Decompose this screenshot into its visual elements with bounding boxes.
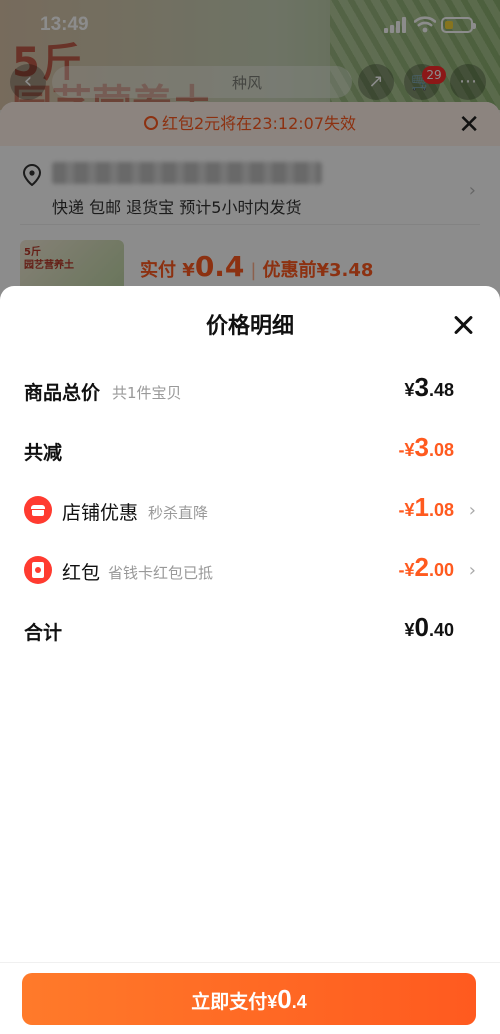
row-total-discount: 共减 -¥3.08 — [0, 430, 500, 470]
row-store-discount[interactable]: 店铺优惠 秒杀直降 -¥1.08 › — [0, 490, 500, 530]
total-amount: ¥0.40 — [404, 612, 454, 642]
chevron-right-icon: › — [468, 500, 476, 521]
price-details-sheet: 价格明细 商品总价 共1件宝贝 ¥3.48 共减 -¥3.08 店铺优惠 秒杀直… — [0, 286, 500, 1034]
total-label: 合计 — [24, 622, 63, 644]
row-subtotal: 商品总价 共1件宝贝 ¥3.48 — [0, 370, 500, 410]
pay-label: 立即支付 — [191, 992, 268, 1013]
subtotal-count: 共1件宝贝 — [112, 384, 182, 402]
total-discount-label: 共减 — [24, 442, 63, 464]
subtotal-label: 商品总价 — [24, 382, 101, 404]
pay-amount-dec: .4 — [291, 992, 307, 1012]
store-icon — [24, 496, 52, 524]
bottom-pay-bar: 立即支付¥0.4 — [0, 962, 500, 1034]
store-discount-sub: 秒杀直降 — [148, 504, 209, 522]
row-total: 合计 ¥0.40 — [0, 610, 500, 650]
close-icon[interactable] — [448, 310, 480, 342]
dim-overlay[interactable] — [0, 0, 500, 300]
chevron-right-icon: › — [468, 560, 476, 581]
subtotal-amount: ¥3.48 — [404, 372, 454, 402]
sheet-title: 价格明细 — [205, 314, 294, 339]
pay-amount-int: 0 — [277, 984, 292, 1014]
red-packet-label: 红包 — [62, 562, 101, 584]
store-discount-label: 店铺优惠 — [62, 502, 139, 524]
total-discount-amount: -¥3.08 — [398, 432, 454, 462]
store-discount-amount: -¥1.08 — [398, 492, 454, 522]
red-packet-sub: 省钱卡红包已抵 — [108, 564, 214, 582]
pay-now-button[interactable]: 立即支付¥0.4 — [22, 973, 476, 1025]
red-packet-amount: -¥2.00 — [398, 552, 454, 582]
red-packet-icon — [24, 556, 52, 584]
row-red-packet[interactable]: 红包 省钱卡红包已抵 -¥2.00 › — [0, 550, 500, 590]
pay-currency: ¥ — [267, 992, 278, 1012]
